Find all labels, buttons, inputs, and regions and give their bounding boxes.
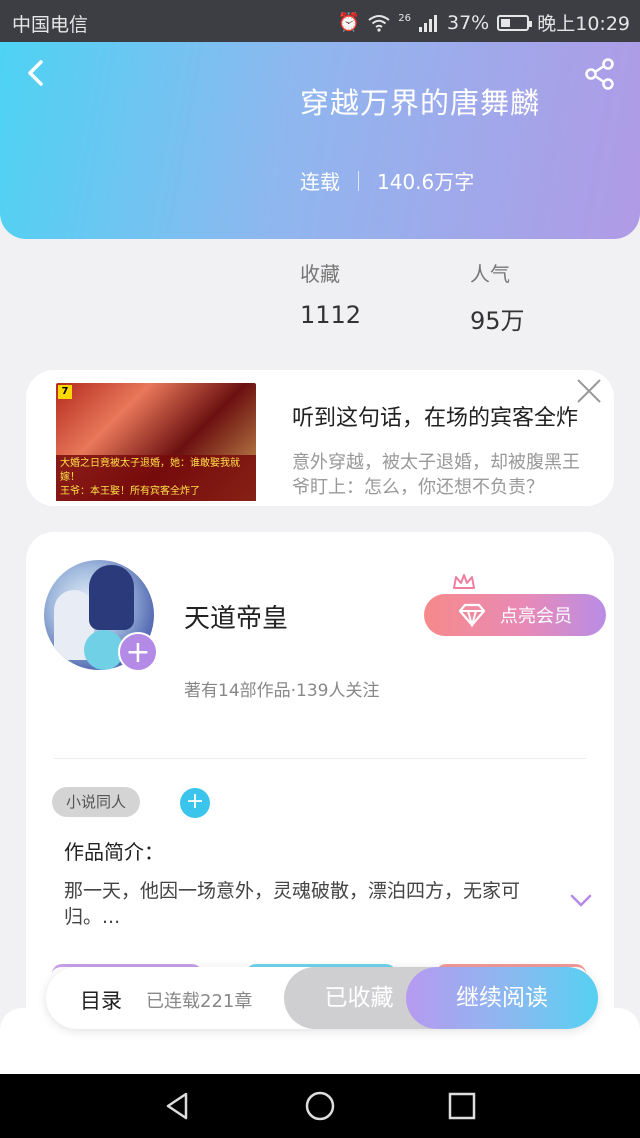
back-triangle-icon[interactable] — [162, 1090, 194, 1122]
book-header — [0, 42, 640, 239]
ad-app-logo: 7 — [58, 385, 72, 399]
battery-icon — [497, 14, 533, 31]
ad-banner[interactable]: 7 大婚之日竟被太子退婚，她：谁敢娶我就嫁！ 王爷：本王娶！所有宾客全炸了 听到… — [26, 370, 614, 506]
signal-icon — [419, 14, 437, 32]
system-nav-bar — [0, 1074, 640, 1138]
carrier-name: 中国电信 — [12, 14, 89, 36]
vip-button[interactable]: 点亮会员 — [424, 574, 606, 636]
toc-button[interactable]: 目录 — [80, 985, 122, 1015]
stat-label: 人气 — [470, 262, 510, 286]
recents-square-icon[interactable] — [446, 1090, 478, 1122]
diamond-icon — [458, 603, 486, 627]
intro-text[interactable]: 那一天，他因一场意外，灵魂破散，漂泊四方，无家可归。... — [64, 878, 564, 930]
stat-label: 收藏 — [300, 262, 340, 286]
clock: 晚上10:29 — [537, 13, 630, 35]
status-bar: 中国电信 ⏰ 26 37% 晚上10:29 — [0, 0, 640, 42]
stat-value: 1112 — [300, 301, 362, 329]
serial-status: 连载 — [300, 170, 340, 194]
stat-value: 95万 — [470, 307, 525, 335]
vip-button-label: 点亮会员 — [500, 606, 572, 627]
book-meta: 连载 140.6万字 — [300, 166, 474, 195]
wifi-icon — [368, 14, 390, 32]
divider — [54, 758, 586, 759]
crown-icon — [453, 574, 475, 589]
alarm-icon: ⏰ — [337, 12, 361, 33]
intro-label: 作品简介： — [64, 840, 164, 864]
back-arrow-icon[interactable] — [22, 58, 52, 88]
ad-description: 意外穿越，被太子退婚，却被腹黑王 爷盯上：怎么，你还想不负责？ — [292, 452, 580, 498]
share-icon[interactable] — [584, 58, 616, 90]
meta-divider — [358, 170, 359, 191]
battery-percent: 37% — [447, 11, 490, 34]
ad-headline[interactable]: 听到这句话，在场的宾客全炸 — [292, 400, 578, 432]
author-stats: 著有14部作品·139人关注 — [184, 681, 380, 701]
network-type: 26 — [398, 13, 411, 24]
home-circle-icon[interactable] — [304, 1090, 336, 1122]
book-title: 穿越万界的唐舞麟 — [300, 86, 541, 120]
chevron-down-icon[interactable] — [570, 894, 592, 908]
ad-image-caption: 大婚之日竟被太子退婚，她：谁敢娶我就嫁！ 王爷：本王娶！所有宾客全炸了 — [56, 455, 256, 501]
chapter-count[interactable]: 已连载221章 — [146, 987, 252, 1013]
book-tag[interactable]: 小说同人 — [52, 787, 141, 817]
add-tag-button[interactable]: + — [180, 788, 210, 818]
word-count: 140.6万字 — [377, 170, 475, 194]
stat-favorites: 收藏 1112 — [300, 258, 361, 329]
close-icon[interactable] — [574, 376, 604, 406]
author-name[interactable]: 天道帝皇 — [184, 598, 288, 635]
stat-popularity: 人气 95万 — [470, 258, 525, 336]
ad-image[interactable]: 7 大婚之日竟被太子退婚，她：谁敢娶我就嫁！ 王爷：本王娶！所有宾客全炸了 — [56, 383, 256, 501]
follow-author-button[interactable]: + — [118, 632, 158, 672]
action-bar: 目录 已连载221章 已收藏 继续阅读 — [46, 967, 598, 1029]
continue-reading-button[interactable]: 继续阅读 — [406, 967, 598, 1029]
